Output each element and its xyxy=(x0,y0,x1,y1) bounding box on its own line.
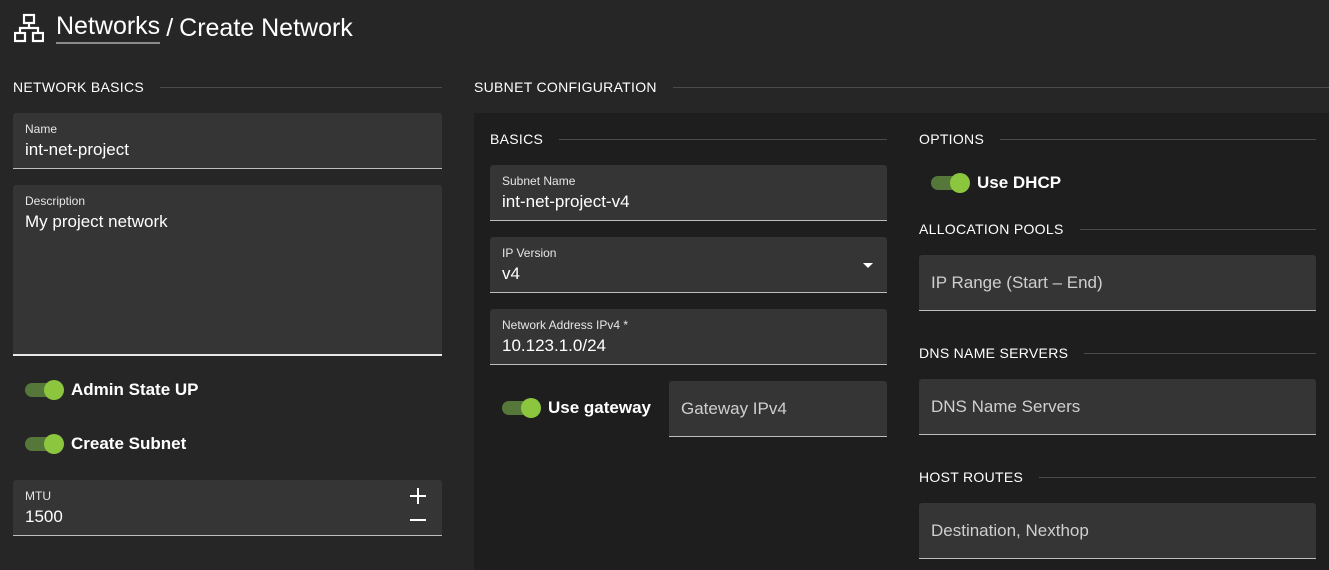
create-subnet-toggle[interactable]: Create Subnet xyxy=(25,434,186,454)
minus-icon[interactable] xyxy=(410,512,426,528)
allocation-pools-placeholder: IP Range (Start – End) xyxy=(931,272,1103,292)
breadcrumb-separator: / xyxy=(166,13,174,42)
name-label: Name xyxy=(25,122,58,136)
description-value[interactable]: My project network xyxy=(25,212,430,232)
mtu-label: MTU xyxy=(25,489,51,503)
host-routes-placeholder: Destination, Nexthop xyxy=(931,520,1089,540)
subnet-name-label: Subnet Name xyxy=(502,174,576,188)
host-routes-input[interactable]: Destination, Nexthop xyxy=(919,503,1316,559)
network-address-label: Network Address IPv4 * xyxy=(502,318,629,332)
host-routes-heading: HOST ROUTES xyxy=(919,469,1316,485)
dns-name-servers-placeholder: DNS Name Servers xyxy=(931,396,1081,416)
ip-version-label: IP Version xyxy=(502,246,557,260)
gateway-ip-input[interactable]: Gateway IPv4 xyxy=(669,381,887,437)
options-heading: OPTIONS xyxy=(919,131,1316,147)
subnet-name-field[interactable]: Subnet Name int-net-project-v4 xyxy=(490,165,887,221)
breadcrumb-networks-link[interactable]: Networks xyxy=(56,12,161,44)
create-subnet-label: Create Subnet xyxy=(71,434,187,453)
page-header: Networks / Create Network xyxy=(14,10,353,46)
dns-name-servers-input[interactable]: DNS Name Servers xyxy=(919,379,1316,435)
description-label: Description xyxy=(25,194,86,208)
network-address-field[interactable]: Network Address IPv4 * 10.123.1.0/24 xyxy=(490,309,887,365)
admin-state-label: Admin State UP xyxy=(71,380,199,399)
network-basics-heading: NETWORK BASICS xyxy=(13,79,442,95)
name-field[interactable]: Name int-net-project xyxy=(13,113,442,169)
ip-version-select[interactable]: IP Version v4 xyxy=(490,237,887,293)
allocation-pools-heading: ALLOCATION POOLS xyxy=(919,221,1316,237)
subnet-basics-heading: BASICS xyxy=(490,131,887,147)
dns-name-servers-heading: DNS NAME SERVERS xyxy=(919,345,1316,361)
toggle-switch[interactable] xyxy=(931,173,970,193)
use-gateway-label: Use gateway xyxy=(548,398,651,417)
mtu-value[interactable]: 1500 xyxy=(25,507,430,527)
use-dhcp-toggle[interactable]: Use DHCP xyxy=(931,173,1061,193)
network-address-value[interactable]: 10.123.1.0/24 xyxy=(502,336,875,356)
toggle-switch[interactable] xyxy=(502,398,541,418)
subnet-name-value[interactable]: int-net-project-v4 xyxy=(502,192,875,212)
name-value[interactable]: int-net-project xyxy=(25,140,430,160)
gateway-ip-placeholder: Gateway IPv4 xyxy=(681,398,787,418)
ip-version-value[interactable]: v4 xyxy=(502,264,875,284)
mtu-field[interactable]: MTU 1500 xyxy=(13,480,442,536)
use-dhcp-label: Use DHCP xyxy=(977,173,1062,192)
caret-down-icon[interactable] xyxy=(863,263,873,268)
mtu-stepper[interactable] xyxy=(410,486,428,530)
admin-state-toggle[interactable]: Admin State UP xyxy=(25,380,199,400)
toggle-switch[interactable] xyxy=(25,434,64,454)
description-field[interactable]: Description My project network xyxy=(13,185,442,356)
plus-icon[interactable] xyxy=(410,488,426,504)
use-gateway-toggle[interactable]: Use gateway xyxy=(502,398,651,418)
subnet-configuration-heading: SUBNET CONFIGURATION xyxy=(474,79,1329,95)
allocation-pools-input[interactable]: IP Range (Start – End) xyxy=(919,255,1316,311)
network-icon xyxy=(14,13,44,43)
page-title: Create Network xyxy=(179,13,353,42)
toggle-switch[interactable] xyxy=(25,380,64,400)
